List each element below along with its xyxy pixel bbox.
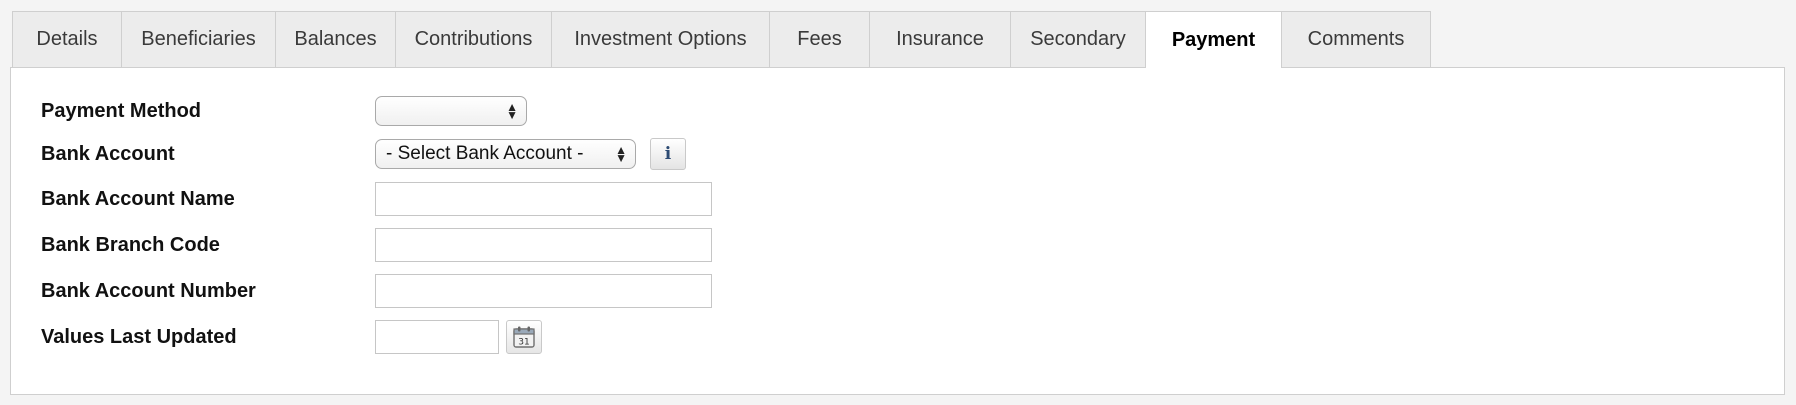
- bank-account-value: - Select Bank Account -: [386, 143, 584, 164]
- payment-method-select[interactable]: ▲ ▼: [375, 96, 527, 126]
- bank-account-number-row: Bank Account Number: [11, 274, 1784, 308]
- tab-beneficiaries[interactable]: Beneficiaries: [121, 11, 276, 67]
- tab-payment[interactable]: Payment: [1145, 11, 1282, 68]
- tab-contributions[interactable]: Contributions: [395, 11, 552, 67]
- info-icon[interactable]: i: [650, 138, 686, 170]
- bank-branch-code-control: [375, 228, 712, 262]
- values-last-updated-control: 31: [375, 320, 542, 354]
- tab-insurance[interactable]: Insurance: [869, 11, 1011, 67]
- bank-branch-code-row: Bank Branch Code: [11, 228, 1784, 262]
- payment-method-row: Payment Method ▲ ▼: [11, 94, 1784, 128]
- bank-account-name-input[interactable]: [375, 182, 712, 216]
- calendar-button[interactable]: 31: [506, 320, 542, 354]
- bank-account-control: - Select Bank Account - ▲ ▼ i: [375, 137, 686, 171]
- bank-account-name-control: [375, 182, 712, 216]
- bank-account-name-row: Bank Account Name: [11, 182, 1784, 216]
- tab-balances[interactable]: Balances: [275, 11, 396, 67]
- payment-method-label: Payment Method: [41, 100, 202, 122]
- values-last-updated-input[interactable]: [375, 320, 499, 354]
- bank-account-select[interactable]: - Select Bank Account - ▲ ▼: [375, 139, 636, 169]
- tab-secondary[interactable]: Secondary: [1010, 11, 1146, 67]
- bank-account-number-label: Bank Account Number: [41, 280, 256, 302]
- tab-investment-options[interactable]: Investment Options: [551, 11, 770, 67]
- bank-branch-code-label: Bank Branch Code: [41, 234, 220, 256]
- bank-account-number-input[interactable]: [375, 274, 712, 308]
- payment-method-control: ▲ ▼: [375, 94, 527, 128]
- bank-account-name-label: Bank Account Name: [41, 188, 235, 210]
- bank-account-number-control: [375, 274, 712, 308]
- bank-account-row: Bank Account - Select Bank Account - ▲ ▼ …: [11, 137, 1784, 171]
- values-last-updated-label: Values Last Updated: [41, 326, 237, 348]
- bank-branch-code-input[interactable]: [375, 228, 712, 262]
- app-root: Details Beneficiaries Balances Contribut…: [0, 0, 1796, 405]
- tab-bar: Details Beneficiaries Balances Contribut…: [12, 11, 1431, 68]
- payment-panel: Payment Method ▲ ▼ Bank Account - Select …: [10, 67, 1785, 395]
- tab-details[interactable]: Details: [12, 11, 122, 67]
- calendar-day-text: 31: [518, 338, 529, 348]
- select-arrows-icon: ▲ ▼: [615, 143, 627, 165]
- calendar-icon: 31: [513, 326, 535, 348]
- tab-fees[interactable]: Fees: [769, 11, 870, 67]
- select-arrows-icon: ▲ ▼: [506, 100, 518, 122]
- bank-account-label: Bank Account: [41, 143, 175, 165]
- tab-comments[interactable]: Comments: [1281, 11, 1431, 67]
- values-last-updated-row: Values Last Updated 31: [11, 320, 1784, 354]
